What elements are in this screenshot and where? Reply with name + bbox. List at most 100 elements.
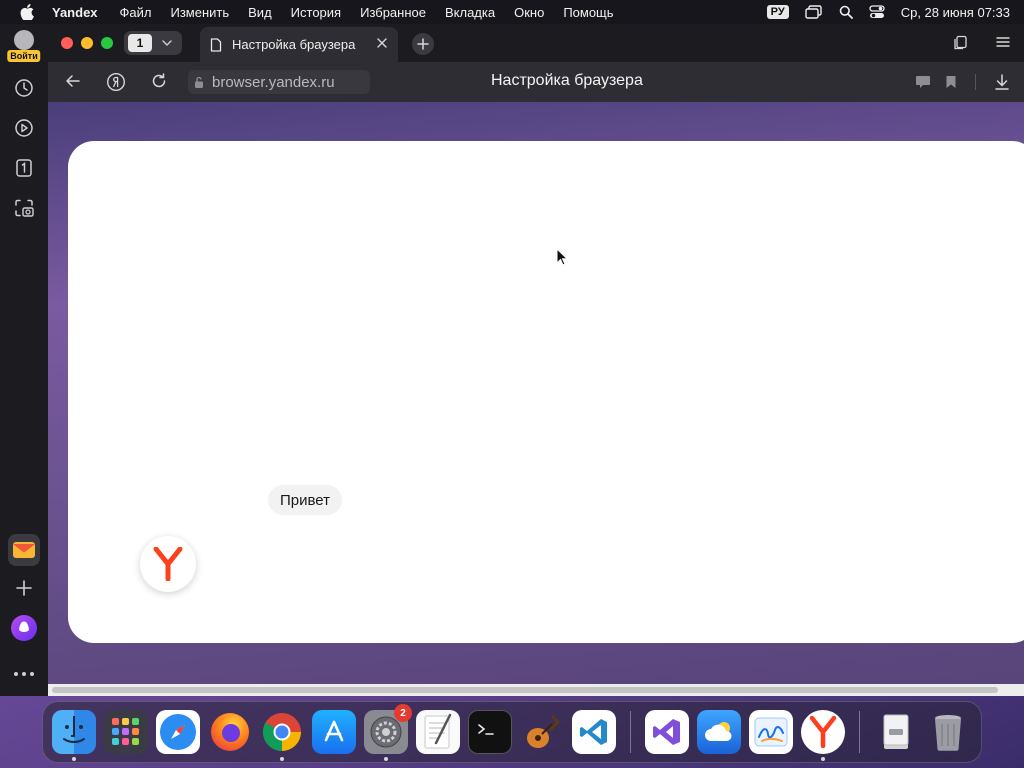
launchpad-grid-icon [112,718,139,745]
yandex-home-button[interactable] [106,72,126,92]
dock-trash[interactable] [926,710,970,754]
lock-icon[interactable] [194,76,204,89]
greeting-chip[interactable]: Привет [268,485,343,515]
reload-button[interactable] [150,72,168,90]
downloads-button[interactable] [994,73,1010,91]
history-button[interactable] [6,70,42,106]
menubar-clock[interactable]: Ср, 28 июня 07:33 [901,5,1010,20]
play-icon [15,119,33,137]
screenshot-camera-icon [15,199,34,217]
collections-button[interactable] [952,35,968,56]
navigation-toolbar: browser.yandex.ru Настройка браузера [48,62,1024,102]
mouse-cursor-icon [556,247,569,271]
visual-studio-icon [653,719,680,745]
app-store-icon [324,720,344,742]
url-text: browser.yandex.ru [212,73,335,91]
safari-compass-icon [160,714,196,750]
menu-app-name[interactable]: Yandex [52,5,98,20]
dock-chrome[interactable] [260,710,304,761]
vscode-icon [580,719,607,745]
screen-mirroring-icon[interactable] [805,5,823,19]
dock-visual-studio[interactable] [645,710,689,754]
sidebar-bottom [0,530,48,696]
dock-weather[interactable] [697,710,741,754]
dock-firefox[interactable] [208,710,252,754]
window-controls [61,37,113,49]
tab-count-icon [16,159,32,177]
tabs-counter-button[interactable] [6,150,42,186]
reload-icon [152,73,166,88]
dock-textedit[interactable] [416,710,460,754]
yandex-y-icon [153,547,183,581]
settings-card: Привет [68,141,1024,643]
browser-sidebar: Войти [0,24,48,696]
tabbar-right-tools [952,35,1010,56]
menu-view[interactable]: Вид [248,5,272,20]
terminal-icon [478,724,494,735]
guitar-icon [527,714,561,748]
dock-freeform[interactable] [749,710,793,754]
address-bar[interactable]: browser.yandex.ru [188,70,370,94]
dock-finder[interactable] [52,710,96,761]
dock-vscode[interactable] [572,710,616,754]
input-source-indicator[interactable]: РУ [766,5,789,19]
active-tab[interactable]: Настройка браузера [200,27,398,62]
close-window-button[interactable] [61,37,73,49]
bookmark-icon [946,76,956,88]
close-tab-icon[interactable] [376,37,388,49]
page-title: Настройка браузера [491,72,643,89]
dock-garageband[interactable] [520,710,564,754]
tab-title: Настройка браузера [232,37,356,52]
clock-icon [15,79,33,97]
dock-launchpad[interactable] [104,710,148,754]
more-button[interactable] [6,656,42,692]
document-stack-icon [883,714,909,749]
new-tab-button[interactable] [412,33,434,55]
horizontal-scrollbar[interactable] [48,684,1024,696]
dock-terminal[interactable] [468,710,512,754]
video-button[interactable] [6,110,42,146]
dock-app-store[interactable] [312,710,356,754]
mail-button[interactable] [8,534,40,566]
yandex-y-icon [809,716,837,748]
page-viewport: Привет [48,102,1024,696]
menu-history[interactable]: История [291,5,341,20]
spotlight-search-icon[interactable] [839,5,853,19]
tab-count-button[interactable]: 1 [124,31,182,55]
minimize-window-button[interactable] [81,37,93,49]
comments-button[interactable] [915,75,931,89]
dock-system-settings[interactable]: 2 [364,704,412,761]
bookmark-button[interactable] [945,75,957,89]
menu-file[interactable]: Файл [120,5,152,20]
firefox-icon [211,713,249,751]
toolbar-right-tools [915,73,1010,91]
menu-help[interactable]: Помощь [563,5,613,20]
browser-window: Войти 1 Настройка браузера browser.yande… [0,24,1024,696]
apple-menu-icon[interactable] [16,4,38,20]
freeform-scribble-icon [754,717,788,747]
alice-assistant-button[interactable] [6,610,42,646]
yandex-logo [140,536,196,592]
menu-tab[interactable]: Вкладка [445,5,495,20]
tab-bar: 1 Настройка браузера [48,24,1024,62]
dock-yandex-browser[interactable] [801,710,845,761]
back-button[interactable] [64,72,82,90]
screenshot-button[interactable] [6,190,42,226]
profile-button[interactable]: Войти [6,28,42,62]
menu-bar: Yandex Файл Изменить Вид История Избранн… [0,0,1024,24]
zoom-window-button[interactable] [101,37,113,49]
control-center-icon[interactable] [869,5,885,19]
dock-documents-folder[interactable] [874,710,918,754]
menu-window[interactable]: Окно [514,5,544,20]
textedit-pen-icon [424,713,452,749]
menu-bookmarks[interactable]: Избранное [360,5,426,20]
dock-safari[interactable] [156,710,200,754]
scrollbar-thumb[interactable] [52,687,998,693]
arrow-left-icon [66,75,80,87]
running-indicator [821,757,825,761]
more-dots-icon [14,672,34,676]
add-panel-button[interactable] [6,570,42,606]
browser-menu-button[interactable] [996,35,1010,56]
menu-edit[interactable]: Изменить [171,5,230,20]
mail-icon [13,542,35,558]
